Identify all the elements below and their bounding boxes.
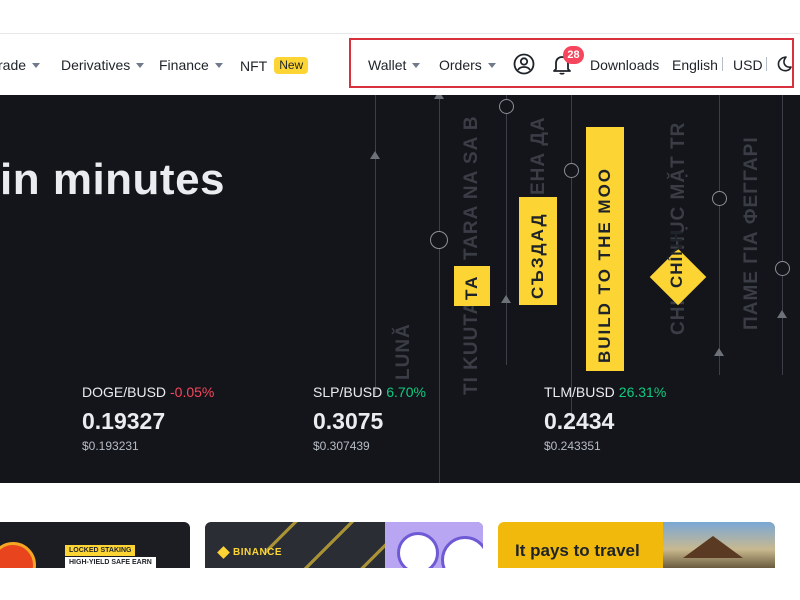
nav-nft[interactable]: NFT New [240,57,309,74]
hero-diamond-text: CHÍNH [667,229,686,288]
decor-circle [712,191,727,206]
decor-circle [499,99,514,114]
nav-wallet-label: Wallet [368,57,407,73]
house-illustration [683,536,743,558]
promo-card-staking[interactable]: LOCKED STAKING HIGH-YIELD SAFE EARN [0,522,190,568]
hero-banner: LUNĂ TI KUUTA TARA NA SA B ЕНА ДА CHINH … [0,95,800,483]
ticker-change: 6.70% [386,384,426,400]
chevron-down-icon [412,62,421,68]
decor-line [439,95,440,483]
decor-triangle [370,151,380,159]
chevron-down-icon [214,62,223,68]
ticker-pair-name: TLM/BUSD [544,384,615,400]
hero-title: in minutes [0,155,226,204]
user-profile-icon[interactable] [513,53,535,75]
ticker-usd-price: $0.193231 [82,439,139,453]
coin-illustration [0,542,36,568]
hero-yellow-label-text: TA [462,274,481,300]
decor-circle [775,261,790,276]
hero-vertical-text: TARA NA SA B [461,115,482,260]
ticker-usd-price: $0.243351 [544,439,601,453]
decor-line [719,95,720,375]
hero-yellow-label-text: СЪЗДАД [528,212,547,299]
ticker-pair-name: DOGE/BUSD [82,384,167,400]
ticker-price: 0.3075 [313,408,384,434]
promo-card-travel[interactable]: It pays to travel [498,522,775,568]
decor-line [506,95,507,365]
ticker-usd-price: $0.307439 [313,439,370,453]
ticker-doge[interactable]: DOGE/BUSD -0.05% 0.19327 $0.193231 [82,384,214,453]
nav-wallet[interactable]: Wallet [368,57,421,73]
hero-vertical-text: ΠΑΜΕ ΓΙΑ ΦΕΓΓΑΡΙ [741,136,762,330]
moon-icon[interactable] [775,55,797,77]
page: rade Derivatives Finance NFT New Wallet … [0,0,800,600]
new-badge: New [274,57,309,74]
ticker-pair: DOGE/BUSD -0.05% [82,384,214,400]
ticker-change: 26.31% [618,384,667,400]
ticker-price: 0.19327 [82,408,166,434]
nav-currency[interactable]: USD [733,57,763,73]
nav-downloads-label: Downloads [590,57,660,73]
promo-title: It pays to travel [515,541,640,560]
nav-derivatives-label: Derivatives [61,57,131,73]
top-navigation: rade Derivatives Finance NFT New Wallet … [0,33,800,95]
divider [766,57,767,71]
hero-vertical-text: LUNĂ [393,323,414,380]
nav-language[interactable]: English [672,57,718,73]
hero-vertical-text: TI KUUTA [461,299,482,395]
coin-icon [397,532,439,568]
binance-logo: BINANCE [217,546,283,559]
nav-language-label: English [672,57,718,73]
decor-line [571,95,572,425]
decor-triangle [434,95,444,99]
nav-finance-label: Finance [159,57,209,73]
nav-downloads[interactable]: Downloads [590,57,659,73]
decor-triangle [501,295,511,303]
chevron-down-icon [136,62,145,68]
decor-circle [430,231,448,249]
nav-trade-label: rade [0,57,27,73]
divider [722,57,723,71]
hero-vertical-text: ЕНА ДА [528,116,549,195]
ticker-pair: TLM/BUSD 26.31% [544,384,666,400]
decor-triangle [777,310,787,318]
hero-yellow-label: СЪЗДАД [519,197,557,305]
chevron-down-icon [487,62,496,68]
binance-logo-text: BINANCE [233,547,283,558]
hero-yellow-label: BUILD TO THE MOO [586,127,624,371]
notification-count-badge: 28 [563,46,584,64]
nav-trade[interactable]: rade [0,57,41,73]
promo-card-binance[interactable]: BINANCE [205,522,483,568]
ticker-pair-name: SLP/BUSD [313,384,383,400]
decor-line [375,95,376,395]
promo-tag: LOCKED STAKING [65,545,136,556]
nav-derivatives[interactable]: Derivatives [61,57,145,73]
hero-yellow-label-text: BUILD TO THE MOO [595,166,614,363]
hero-yellow-label: TA [454,266,490,306]
ticker-slp[interactable]: SLP/BUSD 6.70% 0.3075 $0.307439 [313,384,426,453]
nav-nft-label: NFT [240,57,268,74]
nav-currency-label: USD [733,57,763,73]
decor-line [782,95,783,375]
binance-logo-icon [217,546,230,559]
ticker-pair: SLP/BUSD 6.70% [313,384,426,400]
nav-orders[interactable]: Orders [439,57,496,73]
ticker-price: 0.2434 [544,408,615,434]
nav-orders-label: Orders [439,57,482,73]
ticker-change: -0.05% [170,384,215,400]
nav-finance[interactable]: Finance [159,57,223,73]
decor-circle [564,163,579,178]
chevron-down-icon [32,62,41,68]
ticker-tlm[interactable]: TLM/BUSD 26.31% 0.2434 $0.243351 [544,384,666,453]
promo-subtitle: HIGH-YIELD SAFE EARN [65,557,156,568]
decor-triangle [714,348,724,356]
